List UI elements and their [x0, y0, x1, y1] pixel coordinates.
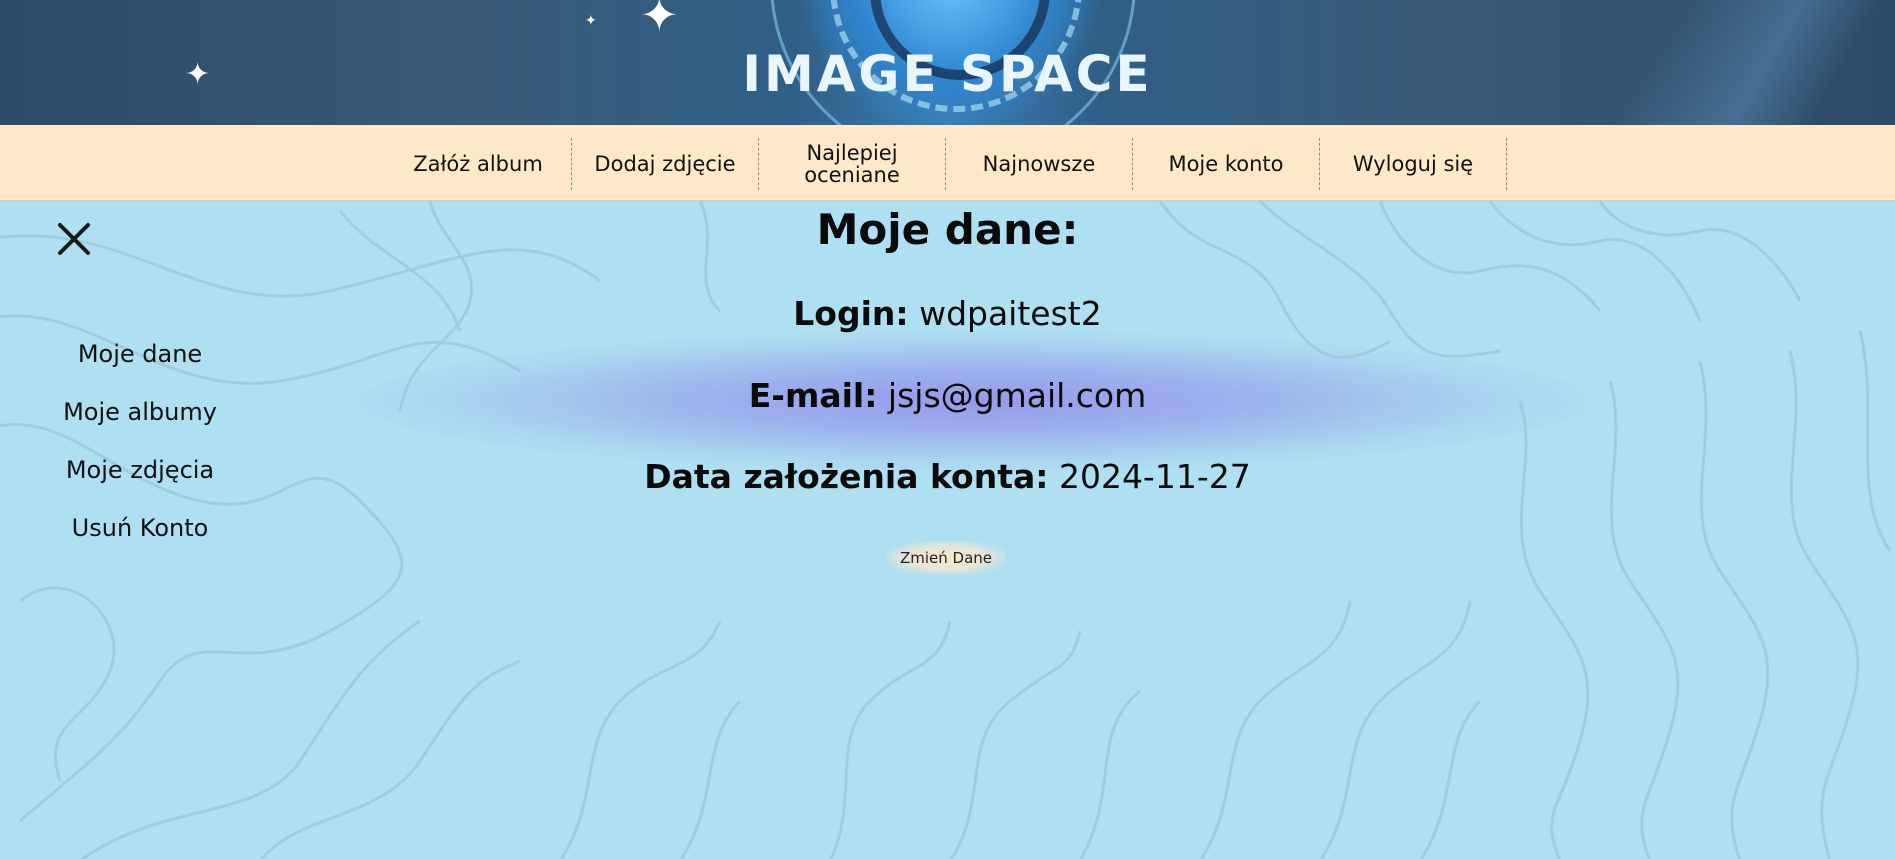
nav-add-photo[interactable]: Dodaj zdjęcie [572, 138, 759, 190]
nav-create-album[interactable]: Załóż album [385, 138, 572, 190]
star-icon: ✦ [585, 13, 597, 29]
login-row: Login: wdpaitest2 [0, 294, 1895, 334]
created-date-value: 2024-11-27 [1058, 457, 1251, 496]
login-label: Login: [793, 294, 909, 333]
nav-my-account[interactable]: Moje konto [1133, 138, 1320, 190]
login-value: wdpaitest2 [919, 294, 1102, 333]
site-logo: IMAGE SPACE [742, 45, 1153, 103]
nav-label: Moje konto [1168, 152, 1284, 176]
change-data-button[interactable]: Zmień Dane [886, 541, 1006, 575]
email-label: E-mail: [748, 376, 878, 415]
nav-label-line2: oceniane [804, 163, 900, 187]
nav-label: Najnowsze [982, 152, 1096, 176]
nav-label: Najlepiej [806, 141, 898, 165]
star-icon: ✦ [640, 0, 679, 42]
main-nav: Załóż album Dodaj zdjęcie Najlepiej ocen… [0, 125, 1895, 201]
created-date-label: Data założenia konta: [644, 457, 1049, 496]
email-row: E-mail: jsjs@gmail.com [0, 376, 1895, 416]
nav-top-rated[interactable]: Najlepiej oceniane [759, 138, 946, 190]
nav-label: Załóż album [413, 152, 543, 176]
email-value: jsjs@gmail.com [887, 376, 1147, 415]
sidebar-item-delete-account[interactable]: Usuń Konto [40, 513, 240, 571]
created-date-row: Data założenia konta: 2024-11-27 [0, 457, 1895, 497]
account-sidebar: Moje dane Moje albumy Moje zdjęcia Usuń … [40, 339, 240, 571]
nav-items: Załóż album Dodaj zdjęcie Najlepiej ocen… [385, 138, 1507, 190]
nav-label: Wyloguj się [1352, 152, 1474, 176]
nav-logout[interactable]: Wyloguj się [1320, 138, 1507, 190]
header-banner: ✦ ✦ ✦ IMAGE SPACE [0, 0, 1895, 125]
page-title: Moje dane: [816, 205, 1079, 254]
content-area: Moje dane Moje albumy Moje zdjęcia Usuń … [0, 201, 1895, 859]
nav-newest[interactable]: Najnowsze [946, 138, 1133, 190]
nav-label: Dodaj zdjęcie [594, 152, 736, 176]
